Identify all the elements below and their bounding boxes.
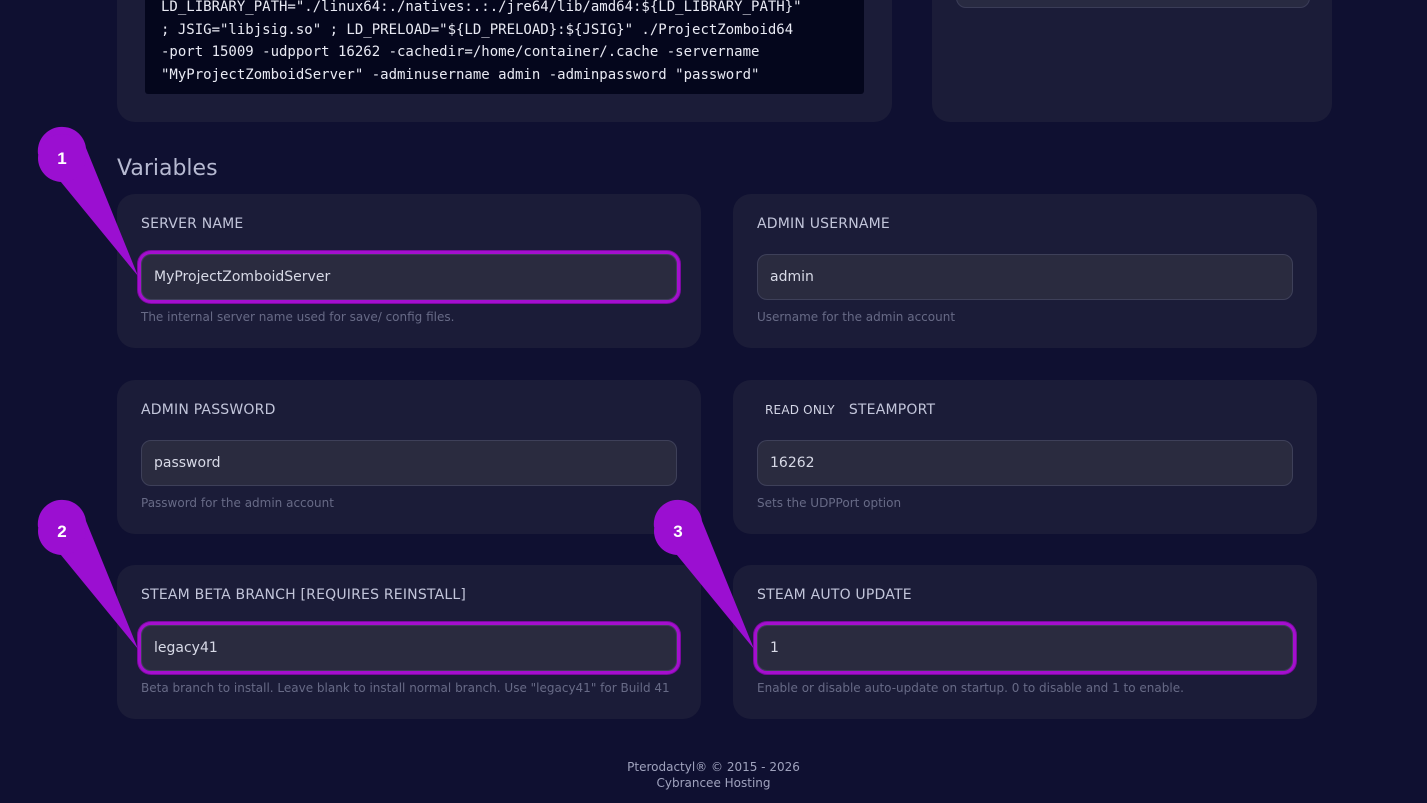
steam-beta-branch-input[interactable]	[141, 625, 677, 671]
server-name-input[interactable]	[141, 254, 677, 300]
startup-command-line: "MyProjectZomboidServer" -adminusername …	[161, 66, 760, 83]
startup-command-card: LD_LIBRARY_PATH="./linux64:./natives:.:.…	[117, 0, 892, 122]
variable-description: The internal server name used for save/ …	[141, 310, 455, 324]
docker-image-select[interactable]	[956, 0, 1310, 8]
annotation-marker-1: 1	[37, 126, 138, 277]
variable-label: ADMIN PASSWORD	[141, 402, 276, 418]
docker-image-card	[932, 0, 1332, 122]
variable-label-text: SERVER NAME	[141, 216, 244, 232]
variable-label: STEAM AUTO UPDATE	[757, 587, 912, 603]
variable-label: READ ONLY STEAMPORT	[757, 402, 935, 418]
steam-auto-update-input[interactable]	[757, 625, 1293, 671]
variable-card-admin-username: ADMIN USERNAME Username for the admin ac…	[733, 194, 1317, 348]
variable-label-text: STEAM AUTO UPDATE	[757, 587, 912, 603]
annotation-marker-3: 3	[653, 499, 754, 649]
variable-label-text: STEAM BETA BRANCH [REQUIRES REINSTALL]	[141, 587, 467, 603]
variable-label-text: STEAMPORT	[848, 402, 936, 418]
admin-username-input[interactable]	[757, 254, 1293, 300]
variable-label: STEAM BETA BRANCH [REQUIRES REINSTALL]	[141, 587, 466, 603]
variable-label-text: ADMIN USERNAME	[757, 216, 890, 232]
startup-command-code: LD_LIBRARY_PATH="./linux64:./natives:.:.…	[145, 0, 864, 94]
annotation-number: 3	[673, 522, 682, 541]
variable-label: ADMIN USERNAME	[757, 216, 890, 232]
variable-description: Password for the admin account	[141, 496, 334, 510]
startup-command-line: ; JSIG="libjsig.so" ; LD_PRELOAD="${LD_P…	[161, 21, 794, 38]
annotation-marker-2: 2	[37, 499, 138, 649]
variable-card-steamport: READ ONLY STEAMPORT Sets the UDPPort opti…	[733, 380, 1317, 534]
variable-card-admin-password: ADMIN PASSWORD Password for the admin ac…	[117, 380, 701, 534]
footer-host: Cybrancee Hosting	[656, 776, 771, 790]
variable-label-text: ADMIN PASSWORD	[141, 402, 276, 418]
variable-card-steam-beta-branch: STEAM BETA BRANCH [REQUIRES REINSTALL] B…	[117, 565, 701, 719]
read-only-badge: READ ONLY	[765, 403, 835, 417]
startup-command-line: LD_LIBRARY_PATH="./linux64:./natives:.:.…	[161, 0, 802, 15]
steamport-input[interactable]	[757, 440, 1293, 486]
footer-copyright: Pterodactyl® © 2015 - 2026	[627, 760, 800, 774]
variable-card-server-name: SERVER NAME The internal server name use…	[117, 194, 701, 348]
annotation-number: 1	[57, 149, 66, 168]
variable-description: Beta branch to install. Leave blank to i…	[141, 681, 670, 695]
admin-password-input[interactable]	[141, 440, 677, 486]
variable-description: Enable or disable auto-update on startup…	[757, 681, 1184, 695]
footer: Pterodactyl® © 2015 - 2026 Cybrancee Hos…	[0, 759, 1427, 791]
variable-description: Sets the UDPPort option	[757, 496, 902, 510]
variable-card-steam-auto-update: STEAM AUTO UPDATE Enable or disable auto…	[733, 565, 1317, 719]
variable-description: Username for the admin account	[757, 310, 956, 324]
variable-label: SERVER NAME	[141, 216, 243, 232]
annotation-number: 2	[57, 522, 66, 541]
startup-command-line: -port 15009 -udpport 16262 -cachedir=/ho…	[161, 44, 760, 60]
